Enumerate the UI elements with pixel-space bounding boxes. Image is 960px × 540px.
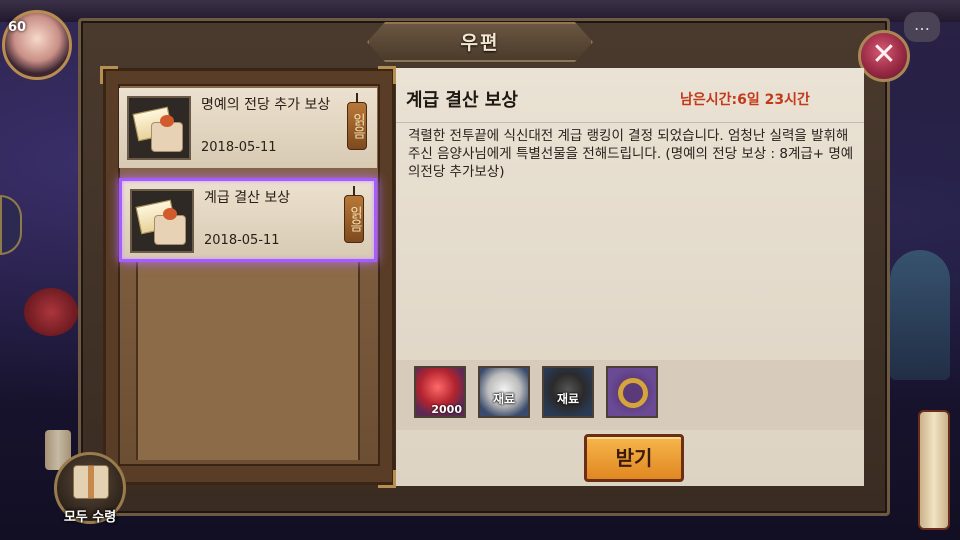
mail-gift-icon [127, 96, 191, 160]
player-level: 60 [8, 20, 27, 35]
mail-body-text: 격렬한 전투끝에 식신대전 계급 랭킹이 결정 되었습니다. 엄청난 실력을 발… [408, 128, 854, 180]
frame-corner [378, 470, 396, 488]
mail-item-date: 2018-05-11 [204, 233, 280, 248]
close-icon: ✕ [871, 37, 897, 72]
close-button[interactable]: ✕ [858, 30, 910, 82]
reward-item[interactable]: 2000 [414, 366, 466, 418]
claim-all-label: 모두 수령 [63, 510, 117, 525]
window-title: 우편 [460, 32, 500, 54]
reward-quantity: 2000 [431, 403, 462, 416]
mail-item[interactable]: 명예의 전당 추가 보상 2018-05-11 읽음 [119, 88, 377, 168]
reward-label: 재료 [556, 392, 580, 406]
reward-item[interactable] [606, 366, 658, 418]
background-character [890, 250, 950, 380]
gift-box-icon [73, 465, 109, 499]
remaining-time: 남은시간:6일 23시간 [680, 92, 810, 108]
scroll-decoration-right [918, 410, 950, 530]
reward-label: 재료 [492, 392, 516, 406]
chat-icon[interactable]: … [904, 12, 940, 42]
mail-gift-icon [130, 189, 194, 253]
gold-ring-icon [618, 378, 648, 408]
reward-item[interactable]: 재료 [478, 366, 530, 418]
mail-item-title: 명예의 전당 추가 보상 [201, 97, 331, 113]
receive-button[interactable]: 받기 [584, 434, 684, 482]
read-status-tag: 읽음 [347, 93, 367, 150]
umbrella-decoration [24, 288, 78, 336]
mail-detail-title: 계급 결산 보상 [406, 90, 518, 111]
mail-list-empty-area [136, 262, 360, 460]
reward-item[interactable]: 재료 [542, 366, 594, 418]
frame-corner [378, 66, 396, 84]
frame-corner [100, 66, 118, 84]
mail-item-title: 계급 결산 보상 [204, 190, 291, 206]
read-status-tag: 읽음 [344, 186, 364, 243]
mail-item-selected[interactable]: 계급 결산 보상 2018-05-11 읽음 [119, 178, 377, 262]
mail-item-date: 2018-05-11 [201, 140, 277, 155]
